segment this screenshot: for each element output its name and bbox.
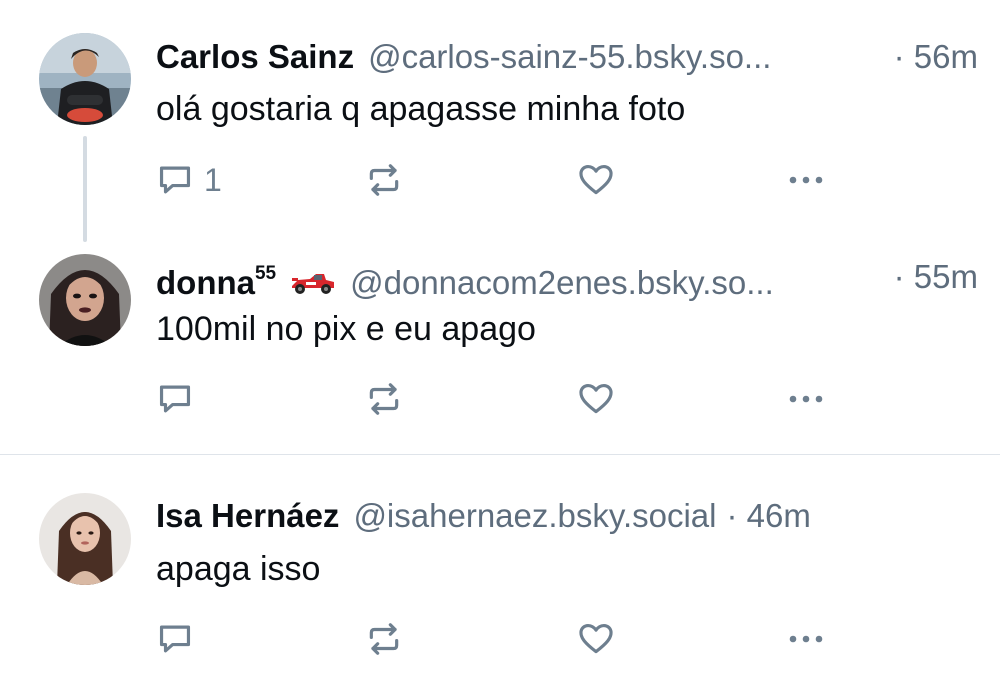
repost-icon: [369, 383, 399, 415]
reply-button[interactable]: [156, 379, 204, 419]
like-button[interactable]: [576, 379, 616, 419]
reply-count: 1: [204, 162, 222, 198]
like-button[interactable]: [576, 160, 616, 200]
post-text: apaga isso: [156, 550, 321, 588]
post-actions: 1: [156, 160, 836, 200]
like-button[interactable]: [576, 619, 616, 659]
post-actions: [156, 619, 836, 659]
avatar[interactable]: [39, 254, 131, 346]
avatar-isa-image: [39, 493, 131, 585]
post-isa[interactable]: Isa Hernáez @isahernaez.bsky.social · 46…: [0, 455, 1000, 693]
post-text: 100mil no pix e eu apago: [156, 310, 536, 348]
more-dots-icon: [789, 395, 823, 403]
post-carlos[interactable]: Carlos Sainz @carlos-sainz-55.bsky.so...…: [0, 0, 1000, 242]
display-name[interactable]: Carlos Sainz: [156, 37, 354, 77]
avatar[interactable]: [39, 493, 131, 585]
timestamp[interactable]: · 46m: [727, 496, 811, 536]
reply-icon: [159, 385, 191, 413]
post-header: Carlos Sainz @carlos-sainz-55.bsky.so...: [156, 37, 771, 77]
repost-icon: [369, 623, 399, 655]
reply-button[interactable]: 1: [156, 160, 222, 200]
handle[interactable]: @isahernaez.bsky.social: [353, 496, 716, 536]
heart-icon: [579, 383, 613, 414]
race-car-icon: [290, 265, 336, 295]
repost-button[interactable]: [364, 379, 404, 419]
post-actions: [156, 379, 836, 419]
repost-button[interactable]: [364, 160, 404, 200]
post-header: Isa Hernáez @isahernaez.bsky.social · 46…: [156, 496, 811, 536]
timestamp[interactable]: · 55m: [894, 257, 978, 297]
display-name[interactable]: Isa Hernáez: [156, 496, 339, 536]
post-text: olá gostaria q apagasse minha foto: [156, 90, 686, 128]
reply-icon: [159, 625, 191, 653]
heart-icon: [579, 623, 613, 654]
display-name-superscript: 55: [254, 263, 277, 284]
more-options-button[interactable]: [784, 379, 828, 419]
thread-feed: Carlos Sainz @carlos-sainz-55.bsky.so...…: [0, 0, 1000, 693]
more-options-button[interactable]: [784, 160, 828, 200]
repost-icon: [369, 164, 399, 196]
avatar-carlos-image: [39, 33, 131, 125]
post-donna[interactable]: donna55 @donnacom2enes.bsky.so... · 55m …: [0, 240, 1000, 454]
more-dots-icon: [789, 635, 823, 643]
reply-button[interactable]: [156, 619, 204, 659]
more-dots-icon: [789, 176, 823, 184]
avatar[interactable]: [39, 33, 131, 125]
heart-icon: [579, 164, 613, 195]
handle[interactable]: @donnacom2enes.bsky.so...: [350, 263, 774, 303]
reply-icon: [159, 166, 191, 194]
post-header: donna55 @donnacom2enes.bsky.so...: [156, 257, 774, 303]
display-name[interactable]: donna55: [156, 257, 276, 303]
handle[interactable]: @carlos-sainz-55.bsky.so...: [368, 37, 771, 77]
more-options-button[interactable]: [784, 619, 828, 659]
repost-button[interactable]: [364, 619, 404, 659]
thread-connector: [83, 136, 87, 242]
avatar-donna-image: [39, 254, 131, 346]
display-name-text: donna: [156, 264, 255, 301]
timestamp[interactable]: · 56m: [894, 37, 978, 77]
